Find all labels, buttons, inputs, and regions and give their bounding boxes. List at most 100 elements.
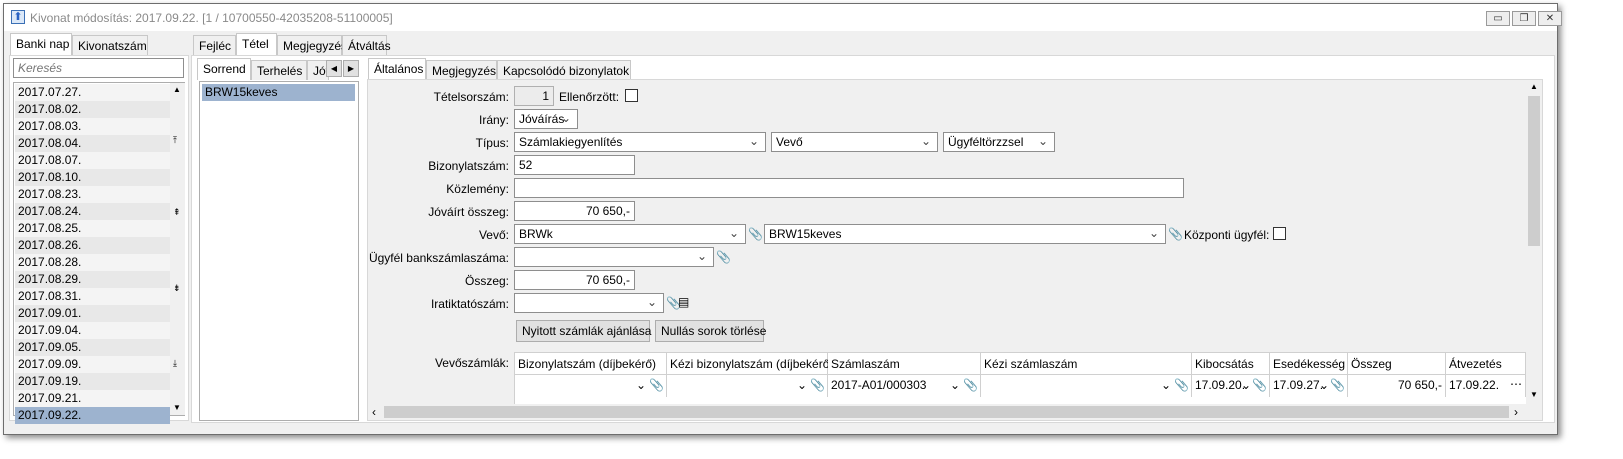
page-up-icon[interactable]: ⇞: [173, 207, 181, 218]
grid-header[interactable]: Kibocsátás: [1192, 353, 1270, 375]
scroll-down-icon[interactable]: ▼: [173, 403, 181, 412]
date-list-item[interactable]: 2017.08.10.: [15, 169, 170, 186]
date-list-item[interactable]: 2017.08.29.: [15, 271, 170, 288]
iktato-select[interactable]: ⌄: [514, 293, 664, 313]
paperclip-icon[interactable]: 📎: [810, 378, 825, 392]
paperclip-icon[interactable]: 📎: [963, 378, 978, 392]
grid-header[interactable]: Kézi számlaszám: [981, 353, 1192, 375]
grid-header[interactable]: Esedékesség: [1270, 353, 1348, 375]
date-list-item[interactable]: 2017.09.01.: [15, 305, 170, 322]
date-list-item[interactable]: 2017.09.09.: [15, 356, 170, 373]
bizonylatszam-input[interactable]: 52: [514, 155, 635, 175]
scroll-down-icon[interactable]: ▼: [1530, 390, 1538, 399]
chevron-down-icon[interactable]: ⌄: [1161, 378, 1171, 392]
date-list-scrollbar[interactable]: ▲ ⤒ ⇞ ⇟ ⤓ ▼: [170, 83, 185, 415]
paperclip-icon[interactable]: 📎: [716, 250, 731, 264]
nyitott-szamlak-button[interactable]: Nyitott számlák ajánlása: [516, 320, 651, 342]
date-list-item[interactable]: 2017.09.22.: [15, 407, 170, 424]
date-list-item[interactable]: 2017.08.03.: [15, 118, 170, 135]
paperclip-icon[interactable]: 📎: [1252, 378, 1267, 392]
vevo-select[interactable]: BRWk ⌄: [514, 224, 746, 244]
date-list-item[interactable]: 2017.08.23.: [15, 186, 170, 203]
chevron-down-icon[interactable]: ⌄: [1319, 378, 1329, 392]
tab-terheles[interactable]: Terhelés: [251, 60, 307, 80]
tab-kapcsolodo-bizonylatok[interactable]: Kapcsolódó bizonylatok: [497, 60, 631, 80]
scrollbar-thumb[interactable]: [1528, 96, 1540, 246]
kozponti-ugyfel-checkbox[interactable]: [1273, 227, 1286, 240]
partner-type-select[interactable]: Vevő ⌄: [771, 132, 938, 152]
grid-cell[interactable]: ⌄ 📎: [667, 375, 828, 397]
date-list-item[interactable]: 2017.09.19.: [15, 373, 170, 390]
grid-header[interactable]: Bizonylatszám (díjbekérő): [515, 353, 667, 375]
tab-megjegyzes[interactable]: Megjegyzés: [277, 35, 347, 55]
grid-header[interactable]: Kézi bizonylatszám (díjbekérő): [667, 353, 833, 375]
paperclip-icon[interactable]: 📎: [649, 378, 664, 392]
grid-cell[interactable]: ⌄ 📎: [515, 375, 667, 397]
kozlemeny-input[interactable]: [514, 178, 1184, 198]
tab-altalanos[interactable]: Általános: [368, 58, 426, 80]
osszeg-input[interactable]: 70 650,-: [514, 270, 635, 290]
chevron-down-icon[interactable]: ⌄: [950, 378, 960, 392]
jovairt-osszeg-input[interactable]: 70 650,-: [514, 201, 635, 221]
date-list-item[interactable]: 2017.07.27.: [15, 84, 170, 101]
date-list-item[interactable]: 2017.08.25.: [15, 220, 170, 237]
horizontal-scrollbar[interactable]: ‹ ›: [368, 404, 1526, 420]
close-button[interactable]: ✕: [1538, 11, 1562, 26]
scroll-right-icon[interactable]: ›: [1514, 405, 1518, 419]
bankszamla-select[interactable]: ⌄: [514, 247, 714, 267]
date-list-item[interactable]: 2017.08.04.: [15, 135, 170, 152]
paperclip-icon[interactable]: 📎: [1174, 378, 1189, 392]
tab-megjegyzes-right[interactable]: Megjegyzés: [426, 60, 497, 80]
date-list-item[interactable]: 2017.08.28.: [15, 254, 170, 271]
grid-header[interactable]: Számlaszám: [828, 353, 981, 375]
tab-sorrend[interactable]: Sorrend: [197, 58, 251, 80]
grid-cell[interactable]: 17.09.27. ⌄ 📎: [1270, 375, 1348, 397]
scroll-up-icon[interactable]: ▲: [173, 85, 181, 94]
nullas-sorok-button[interactable]: Nullás sorok törlése: [655, 320, 766, 342]
paperclip-icon[interactable]: 📎: [748, 227, 763, 241]
date-list-item[interactable]: 2017.09.05.: [15, 339, 170, 356]
grid-cell[interactable]: 2017-A01/000303 ⌄ 📎: [828, 375, 981, 397]
tab-atvaltas[interactable]: Átváltás: [342, 35, 391, 55]
grid-header[interactable]: Átvezetés: [1446, 353, 1526, 375]
date-list-item[interactable]: 2017.08.07.: [15, 152, 170, 169]
document-icon[interactable]: ▤: [678, 295, 689, 309]
scroll-bottom-icon[interactable]: ⤓: [173, 358, 177, 369]
more-icon[interactable]: ⋯: [1510, 377, 1522, 391]
tab-kivonatszam[interactable]: Kivonatszám: [72, 35, 148, 55]
page-down-icon[interactable]: ⇟: [173, 283, 181, 294]
tab-fejlec[interactable]: Fejléc: [193, 35, 236, 55]
irany-select[interactable]: Jóváírás ⌄: [514, 109, 578, 129]
grid-cell[interactable]: 17.09.20. ⌄ 📎: [1192, 375, 1270, 397]
minimize-button[interactable]: ▭: [1486, 11, 1510, 26]
date-list-item[interactable]: 2017.08.31.: [15, 288, 170, 305]
date-list-item[interactable]: 2017.09.21.: [15, 390, 170, 407]
tipus-select[interactable]: Számlakiegyenlítés ⌄: [514, 132, 766, 152]
ugyfeltorzs-select[interactable]: Ügyféltörzzsel ⌄: [943, 132, 1055, 152]
grid-header[interactable]: Összeg: [1348, 353, 1446, 375]
restore-button[interactable]: ❐: [1512, 11, 1536, 26]
ellenorzott-checkbox[interactable]: [625, 89, 638, 102]
date-list-item[interactable]: 2017.09.04.: [15, 322, 170, 339]
grid-cell[interactable]: 17.09.22. ⋯: [1446, 375, 1526, 397]
tab-tetel[interactable]: Tétel: [236, 33, 277, 55]
vevo-name-select[interactable]: BRW15keves ⌄: [764, 224, 1166, 244]
chevron-down-icon[interactable]: ⌄: [797, 378, 807, 392]
paperclip-icon[interactable]: 📎: [1330, 378, 1345, 392]
chevron-down-icon[interactable]: ⌄: [1241, 378, 1251, 392]
grid-cell[interactable]: 70 650,-: [1348, 375, 1446, 397]
scrollbar-thumb[interactable]: [384, 406, 1509, 418]
date-list-item[interactable]: 2017.08.26.: [15, 237, 170, 254]
scroll-up-icon[interactable]: ▲: [1530, 82, 1538, 91]
tab-scroll-right-button[interactable]: ▶: [343, 60, 359, 77]
chevron-down-icon[interactable]: ⌄: [636, 378, 646, 392]
grid-cell[interactable]: ⌄ 📎: [981, 375, 1192, 397]
tab-banki-nap[interactable]: Banki nap: [10, 33, 72, 55]
date-list-item[interactable]: 2017.08.24.: [15, 203, 170, 220]
scroll-left-icon[interactable]: ‹: [372, 405, 376, 419]
search-input[interactable]: [13, 58, 184, 78]
vertical-scrollbar[interactable]: ▲ ▼: [1526, 80, 1542, 404]
scroll-top-icon[interactable]: ⤒: [173, 135, 177, 146]
paperclip-icon[interactable]: 📎: [1168, 227, 1183, 241]
date-list-item[interactable]: 2017.08.02.: [15, 101, 170, 118]
